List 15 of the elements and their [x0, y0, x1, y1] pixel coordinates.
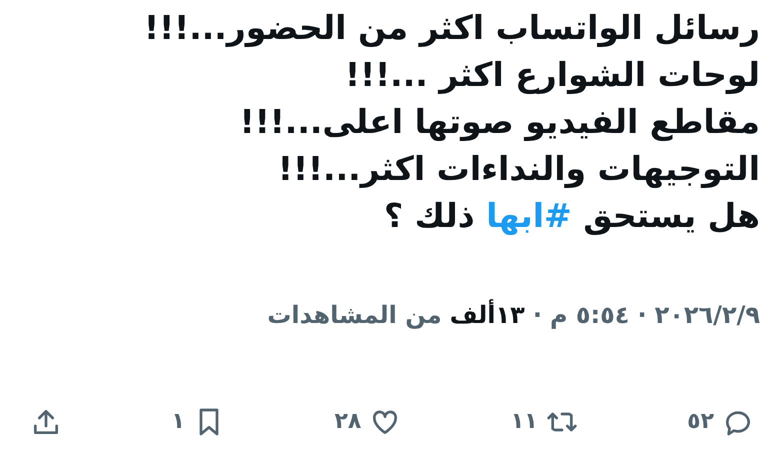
- bookmark-button[interactable]: ١: [172, 405, 225, 438]
- meta-text: من المشاهدات: [267, 300, 442, 331]
- tweet-text-line: مقاطع الفيديو صوتها اعلى...!!!: [238, 101, 760, 143]
- repost-button[interactable]: ١١: [510, 405, 578, 438]
- meta-text: ٥:٥٤ م: [550, 300, 630, 331]
- tweet-text-line: التوجيهات والنداءات اكثر...!!!: [276, 148, 760, 190]
- separator-dot: ·: [532, 300, 542, 331]
- tweet-text-line: لوحات الشوارع اكثر ...!!!: [344, 54, 760, 96]
- separator-dot: ·: [637, 300, 647, 331]
- meta-text: ٢٠٢٦/٢/٩: [654, 300, 760, 331]
- tweet-text-line: رسائل الواتساب اكثر من الحضور...!!!: [143, 7, 760, 49]
- reply-button[interactable]: ٥٢: [687, 405, 754, 438]
- tweet-text-line: هل يستحق #ابها ذلك ؟: [382, 195, 760, 237]
- like-button[interactable]: ٢٨: [334, 405, 402, 438]
- view-count: ١٣ألف: [450, 298, 525, 331]
